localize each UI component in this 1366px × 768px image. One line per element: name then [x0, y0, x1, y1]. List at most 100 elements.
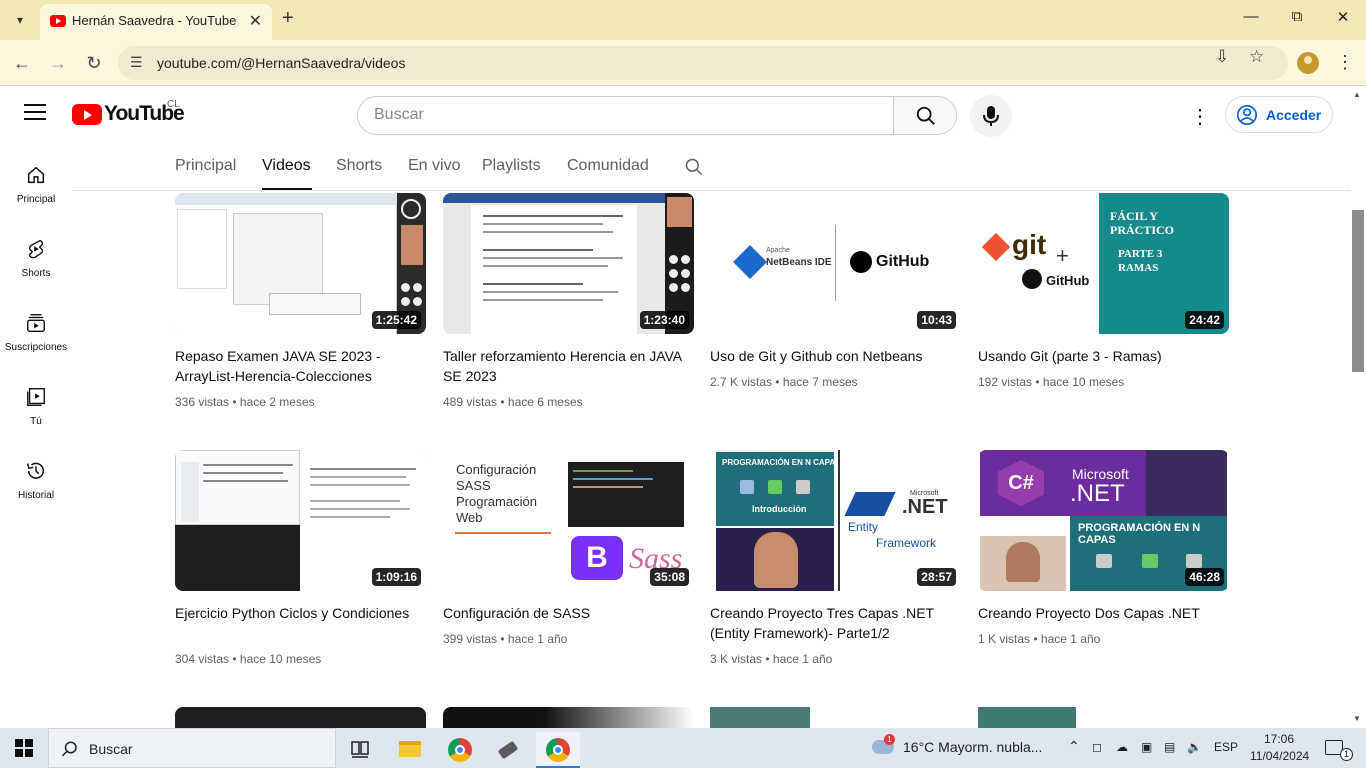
video-title[interactable]: Taller reforzamiento Herencia en JAVA SE… — [443, 346, 694, 386]
taskbar-search-box[interactable]: Buscar — [48, 728, 336, 768]
video-title[interactable]: Creando Proyecto Dos Capas .NET — [978, 603, 1229, 623]
view-count: 2.7 K vistas — [710, 375, 773, 389]
url-text[interactable]: youtube.com/@HernanSaavedra/videos — [157, 55, 405, 71]
display-icon[interactable]: ▣ — [1141, 740, 1152, 754]
search-box[interactable] — [357, 96, 894, 135]
forward-arrow-icon[interactable]: → — [46, 51, 70, 75]
video-thumbnail-partial[interactable] — [710, 707, 961, 728]
usb-app-icon[interactable] — [486, 732, 530, 768]
video-duration: 1:09:16 — [371, 568, 421, 586]
meet-now-icon[interactable]: ◻ — [1092, 740, 1102, 754]
thumb-subheading: Introducción — [752, 504, 807, 514]
site-info-icon[interactable]: ☰ — [130, 54, 143, 71]
cloud-icon[interactable]: ☁ — [1116, 740, 1128, 754]
browser-tab[interactable]: Hernán Saavedra - YouTube ✕ — [40, 4, 272, 40]
channel-search-icon[interactable] — [684, 157, 704, 177]
video-thumbnail[interactable]: git + GitHub FÁCIL Y PRÁCTICO PARTE 3 RA… — [978, 193, 1229, 334]
tab-shorts[interactable]: Shorts — [336, 157, 382, 175]
subscriptions-icon — [27, 314, 45, 332]
video-thumbnail[interactable]: 1:23:40 — [443, 193, 694, 334]
youtube-play-icon — [72, 104, 102, 125]
new-tab-plus-icon[interactable]: + — [282, 7, 294, 30]
hamburger-menu-icon[interactable] — [24, 104, 46, 122]
search-button[interactable] — [893, 96, 957, 135]
back-arrow-icon[interactable]: ← — [10, 51, 34, 75]
sidebar-item-suscripciones[interactable]: Suscripciones — [0, 290, 72, 360]
clock-date[interactable]: 11/04/2024 — [1250, 749, 1309, 763]
address-bar[interactable]: ☰ youtube.com/@HernanSaavedra/videos — [118, 46, 1288, 80]
tab-comunidad[interactable]: Comunidad — [567, 157, 649, 175]
profile-avatar-icon[interactable] — [1297, 52, 1319, 74]
sidebar-item-label: Tú — [30, 416, 42, 427]
upload-age: hace 1 año — [772, 652, 833, 666]
window-close-icon[interactable]: ✕ — [1328, 8, 1358, 32]
install-app-icon[interactable]: ⇩ — [1215, 47, 1229, 67]
page-scrollbar[interactable] — [1350, 86, 1366, 728]
weather-text[interactable]: 16°C Mayorm. nubla... — [903, 739, 1042, 755]
clock-time[interactable]: 17:06 — [1264, 732, 1294, 746]
tray-chevron-icon[interactable]: ⌃ — [1068, 738, 1080, 755]
windows-taskbar: Buscar 1 16°C Mayorm. nubla... ⌃ ◻ ☁ ▣ ▤… — [0, 728, 1366, 768]
task-view-icon[interactable] — [338, 732, 382, 768]
video-thumbnail[interactable]: Configuración SASS Programación Web B Sa… — [443, 450, 694, 591]
windows-start-icon[interactable] — [15, 739, 33, 757]
view-count: 336 vistas — [175, 395, 230, 409]
thumb-heading: PROGRAMACIÓN EN N CAPAS — [1078, 522, 1201, 546]
git-logo-icon — [981, 232, 1011, 262]
youtube-header: YouTube CL ⋮ Acceder — [0, 86, 1366, 142]
tab-title: Hernán Saavedra - YouTube — [72, 13, 237, 28]
tab-playlists[interactable]: Playlists — [482, 157, 541, 175]
minimize-icon[interactable]: — — [1236, 8, 1266, 32]
git-text: git — [1012, 229, 1047, 260]
video-thumbnail-partial[interactable] — [443, 707, 694, 728]
video-title[interactable]: Ejercicio Python Ciclos y Condiciones — [175, 603, 426, 623]
scroll-down-arrow-icon[interactable]: ▼ — [1353, 714, 1361, 723]
github-logo-icon — [850, 251, 872, 273]
video-thumbnail[interactable]: C# Microsoft .NET PROGRAMACIÓN EN N CAPA… — [978, 450, 1229, 591]
browser-menu-icon[interactable]: ⋮ — [1336, 52, 1354, 73]
video-thumbnail-partial[interactable] — [978, 707, 1229, 728]
video-title[interactable]: Repaso Examen JAVA SE 2023 - ArrayList-H… — [175, 346, 426, 386]
settings-dots-icon[interactable]: ⋮ — [1190, 104, 1210, 129]
video-title[interactable]: Uso de Git y Github con Netbeans — [710, 346, 961, 366]
sidebar-item-label: Suscripciones — [4, 342, 68, 353]
video-thumbnail[interactable]: 1:25:42 — [175, 193, 426, 334]
tab-videos[interactable]: Videos — [262, 157, 311, 175]
restore-icon[interactable]: ⧉ — [1282, 8, 1312, 32]
notification-count: 1 — [1340, 748, 1353, 761]
close-tab-icon[interactable]: ✕ — [249, 11, 262, 31]
sidebar-item-principal[interactable]: Principal — [0, 142, 72, 212]
view-count: 304 vistas — [175, 652, 230, 666]
scrollbar-thumb[interactable] — [1352, 210, 1364, 372]
video-thumbnail[interactable]: 1:09:16 — [175, 450, 426, 591]
video-thumbnail-partial[interactable] — [175, 707, 426, 728]
reload-icon[interactable]: ↻ — [82, 51, 106, 75]
network-icon[interactable]: ▤ — [1164, 740, 1175, 754]
signin-button[interactable]: Acceder — [1225, 96, 1333, 133]
tab-search-chevron-icon[interactable]: ▾ — [6, 8, 34, 32]
volume-icon[interactable]: 🔈 — [1187, 740, 1202, 754]
you-icon — [27, 388, 45, 406]
sidebar-item-shorts[interactable]: Shorts — [0, 216, 72, 286]
video-thumbnail[interactable]: PROGRAMACIÓN EN N CAPAS Introducción Mic… — [710, 450, 961, 591]
video-title[interactable]: Usando Git (parte 3 - Ramas) — [978, 346, 1229, 366]
file-explorer-icon[interactable] — [388, 732, 432, 768]
dotnet-text: .NET — [902, 496, 948, 518]
video-title[interactable]: Configuración de SASS — [443, 603, 694, 623]
tab-principal[interactable]: Principal — [175, 157, 236, 175]
sidebar-item-tu[interactable]: Tú — [0, 364, 72, 434]
chrome-icon[interactable] — [438, 732, 482, 768]
voice-search-button[interactable] — [970, 95, 1012, 137]
tab-en-vivo[interactable]: En vivo — [408, 157, 460, 175]
video-duration: 35:08 — [650, 568, 689, 586]
scroll-up-arrow-icon[interactable]: ▲ — [1353, 90, 1361, 99]
video-duration: 46:28 — [1185, 568, 1224, 586]
language-indicator[interactable]: ESP — [1214, 740, 1238, 754]
video-thumbnail[interactable]: Apache NetBeans IDE GitHub 10:43 — [710, 193, 961, 334]
video-title[interactable]: Creando Proyecto Tres Capas .NET (Entity… — [710, 603, 961, 643]
search-input[interactable] — [374, 106, 874, 124]
video-duration: 1:23:40 — [639, 311, 689, 329]
chrome-profile-icon[interactable] — [536, 732, 580, 768]
sidebar-item-historial[interactable]: Historial — [0, 438, 72, 508]
bookmark-star-icon[interactable]: ☆ — [1249, 47, 1264, 67]
